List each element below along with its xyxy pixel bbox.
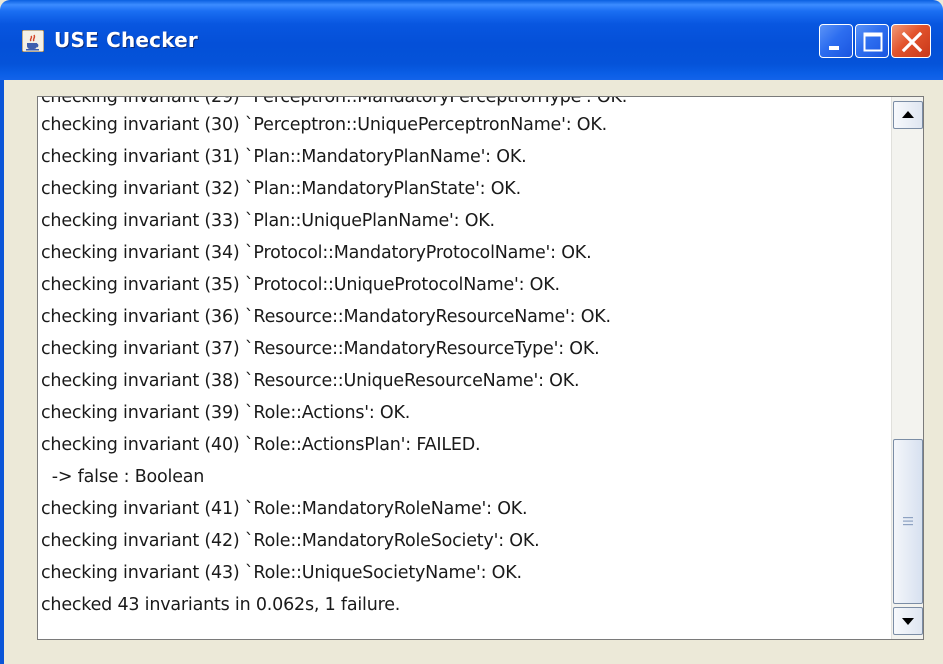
output-text-content[interactable]: checking invariant (29) `Perceptron::Man… — [38, 97, 890, 639]
output-line: checking invariant (31) `Plan::Mandatory… — [41, 147, 527, 167]
grip-lines-icon — [903, 517, 913, 526]
output-line: checking invariant (38) `Resource::Uniqu… — [41, 371, 580, 391]
output-line: checking invariant (39) `Role::Actions':… — [41, 403, 411, 423]
close-button[interactable] — [891, 24, 931, 58]
scroll-down-button[interactable] — [893, 607, 923, 635]
output-line: checking invariant (43) `Role::UniqueSoc… — [41, 563, 522, 583]
scroll-up-button[interactable] — [893, 101, 923, 129]
scroll-thumb[interactable] — [893, 439, 923, 604]
output-line: checking invariant (34) `Protocol::Manda… — [41, 243, 592, 263]
output-line: checking invariant (32) `Plan::Mandatory… — [41, 179, 521, 199]
scroll-up-arrow-icon — [902, 111, 914, 118]
use-checker-window: USE Checker checking invariant (29) `Per… — [0, 0, 943, 664]
maximize-icon — [863, 32, 883, 52]
output-line: checking invariant (33) `Plan::UniquePla… — [41, 211, 495, 231]
output-line: checking invariant (36) `Resource::Manda… — [41, 307, 611, 327]
title-bar[interactable]: USE Checker — [0, 0, 943, 80]
window-title: USE Checker — [54, 28, 198, 52]
scroll-down-arrow-icon — [902, 618, 914, 625]
vertical-scrollbar[interactable] — [891, 97, 923, 639]
java-cup-icon[interactable] — [21, 29, 45, 53]
output-line-partial: checking invariant (29) `Perceptron::Man… — [41, 97, 628, 107]
output-line-failure-detail: -> false : Boolean — [41, 467, 205, 487]
output-line: checking invariant (41) `Role::Mandatory… — [41, 499, 528, 519]
minimize-button[interactable] — [819, 24, 853, 58]
output-line: checking invariant (37) `Resource::Manda… — [41, 339, 600, 359]
minimize-icon — [829, 46, 839, 50]
output-line: checking invariant (30) `Perceptron::Uni… — [41, 115, 608, 135]
output-summary-line: checked 43 invariants in 0.062s, 1 failu… — [41, 595, 401, 615]
output-line: checking invariant (42) `Role::Mandatory… — [41, 531, 540, 551]
close-icon — [901, 31, 923, 53]
output-line: checking invariant (35) `Protocol::Uniqu… — [41, 275, 560, 295]
output-text-area[interactable]: checking invariant (29) `Perceptron::Man… — [37, 96, 924, 640]
output-line-failed: checking invariant (40) `Role::ActionsPl… — [41, 435, 481, 455]
maximize-button[interactable] — [855, 24, 889, 58]
